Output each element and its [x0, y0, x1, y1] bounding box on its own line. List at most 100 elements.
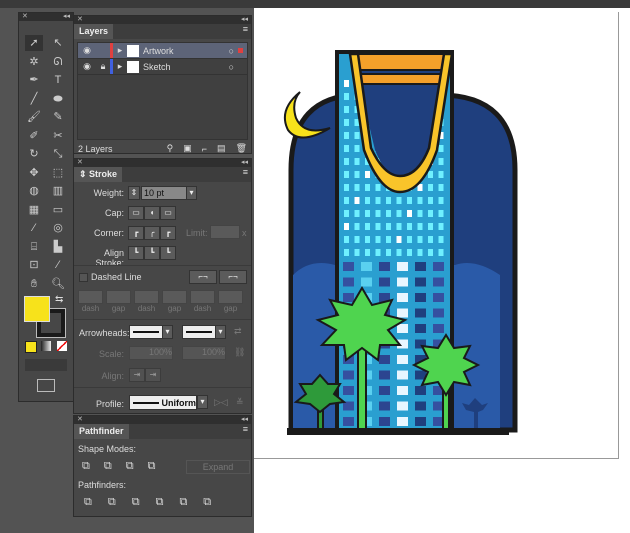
create-sublayer-icon[interactable]: ⌐: [202, 144, 207, 154]
intersect-button[interactable]: ⧉: [126, 460, 134, 473]
start-arrowhead-dropdown[interactable]: ▾: [162, 325, 173, 339]
lasso-tool-icon[interactable]: ᘏ: [49, 54, 67, 70]
dash-gap-field[interactable]: dash: [134, 290, 159, 313]
shaper-tool-icon[interactable]: ✐: [25, 128, 43, 144]
type-tool-icon[interactable]: T: [49, 72, 67, 88]
symbol-sprayer-tool-icon[interactable]: ⌸: [25, 239, 43, 255]
layer-name[interactable]: Sketch: [143, 62, 229, 72]
miter-join-button[interactable]: ┏: [128, 226, 144, 240]
pencil-tool-icon[interactable]: ✎: [49, 109, 67, 125]
end-arrowhead-select[interactable]: [182, 325, 216, 339]
gradient-mode-button[interactable]: [41, 341, 51, 351]
gradient-tool-icon[interactable]: ▭: [49, 202, 67, 218]
delete-icon[interactable]: 🗑︎: [236, 143, 247, 154]
round-cap-button[interactable]: ◖: [144, 206, 160, 220]
draw-modes[interactable]: [25, 359, 67, 371]
make-clipping-mask-icon[interactable]: ▣: [183, 143, 192, 154]
flip-along-icon[interactable]: ▷◁: [214, 397, 228, 408]
tab-layers[interactable]: Layers: [74, 24, 114, 39]
layer-name[interactable]: Artwork: [143, 46, 229, 56]
merge-button[interactable]: ⧉: [132, 496, 140, 509]
close-icon[interactable]: ✕: [77, 16, 83, 24]
projecting-cap-button[interactable]: ▭: [160, 206, 176, 220]
minus-back-button[interactable]: ⧉: [203, 496, 211, 509]
target-icon[interactable]: ○: [229, 46, 234, 56]
locate-object-icon[interactable]: ⚲: [167, 143, 174, 154]
trim-button[interactable]: ⧉: [108, 496, 116, 509]
profile-dropdown[interactable]: ▾: [197, 395, 208, 409]
flip-across-icon[interactable]: ≚: [236, 397, 244, 408]
close-icon[interactable]: ✕: [22, 13, 28, 21]
none-mode-button[interactable]: [57, 341, 67, 351]
panel-menu-icon[interactable]: ≡: [243, 167, 251, 182]
ellipse-tool-icon[interactable]: ⬬: [49, 91, 67, 107]
round-join-button[interactable]: ╭: [144, 226, 160, 240]
target-icon[interactable]: ○: [229, 62, 234, 72]
align-outside-button[interactable]: ┗: [160, 246, 176, 260]
free-transform-tool-icon[interactable]: ⬚: [49, 165, 67, 181]
arrow-tip-extend-button[interactable]: ⇥: [129, 368, 145, 382]
line-tool-icon[interactable]: ╱: [25, 91, 43, 107]
expand-button[interactable]: Expand: [186, 460, 250, 474]
perspective-tool-icon[interactable]: ▥: [49, 183, 67, 199]
dash-gap-field[interactable]: gap: [162, 290, 187, 313]
limit-input[interactable]: [210, 225, 240, 239]
new-layer-icon[interactable]: ▤: [217, 143, 226, 154]
collapse-icon[interactable]: ◂◂: [241, 416, 248, 424]
layer-row[interactable]: ◉ 🔒︎ ▸ Sketch ○: [78, 59, 247, 75]
end-scale-input[interactable]: 100%: [182, 346, 226, 360]
collapse-icon[interactable]: ◂◂: [241, 159, 248, 167]
align-dash-button[interactable]: ⌐¬: [219, 270, 247, 284]
swap-arrowheads-icon[interactable]: ⇄: [234, 326, 242, 337]
weight-input[interactable]: 10 pt: [141, 186, 187, 200]
shape-builder-tool-icon[interactable]: ◍: [25, 183, 43, 199]
start-scale-input[interactable]: 100%: [129, 346, 173, 360]
dash-gap-field[interactable]: gap: [218, 290, 243, 313]
warp-tool-icon[interactable]: ✥: [25, 165, 43, 181]
slice-tool-icon[interactable]: ⁄: [49, 257, 67, 273]
dash-gap-field[interactable]: dash: [78, 290, 103, 313]
preserve-dash-button[interactable]: ⌐¬: [189, 270, 217, 284]
dash-gap-field[interactable]: dash: [190, 290, 215, 313]
collapse-icon[interactable]: ◂◂: [63, 13, 70, 21]
collapse-icon[interactable]: ◂◂: [241, 16, 248, 24]
color-mode-button[interactable]: [25, 341, 37, 353]
butt-cap-button[interactable]: ▭: [128, 206, 144, 220]
toolbox-header[interactable]: ✕ ◂◂: [19, 13, 73, 21]
weight-dropdown[interactable]: ▾: [186, 186, 197, 200]
outline-button[interactable]: ⧉: [179, 496, 187, 509]
selection-tool-icon[interactable]: ➚: [25, 35, 43, 51]
dashed-line-checkbox[interactable]: [79, 273, 88, 282]
expand-triangle-icon[interactable]: ▸: [113, 61, 127, 72]
close-icon[interactable]: ✕: [77, 159, 83, 167]
tab-pathfinder[interactable]: Pathfinder: [74, 424, 129, 439]
bevel-join-button[interactable]: ┏: [160, 226, 176, 240]
expand-triangle-icon[interactable]: ▸: [113, 45, 127, 56]
scissors-tool-icon[interactable]: ✂: [49, 128, 67, 144]
divide-button[interactable]: ⧉: [84, 496, 92, 509]
lock-icon[interactable]: 🔒︎: [96, 61, 110, 72]
exclude-button[interactable]: ⧉: [148, 460, 156, 473]
fill-swatch[interactable]: [24, 296, 50, 322]
unite-button[interactable]: ⧉: [82, 460, 90, 473]
eyedropper-tool-icon[interactable]: ⁄: [25, 220, 43, 236]
arrow-tip-place-button[interactable]: ⇥: [145, 368, 161, 382]
mesh-tool-icon[interactable]: ▦: [25, 202, 43, 218]
align-inside-button[interactable]: ┗: [144, 246, 160, 260]
magic-wand-tool-icon[interactable]: ✲: [25, 54, 43, 70]
layer-row[interactable]: ◉ ▸ Artwork ○: [78, 43, 247, 59]
zoom-tool-icon[interactable]: 🔍︎: [49, 276, 67, 292]
blend-tool-icon[interactable]: ◎: [49, 220, 67, 236]
crop-button[interactable]: ⧉: [156, 496, 164, 509]
screen-mode-icon[interactable]: [37, 379, 55, 392]
swap-colors-icon[interactable]: ⇆: [55, 294, 63, 305]
selection-indicator[interactable]: [238, 48, 243, 53]
pen-tool-icon[interactable]: ✒: [25, 72, 43, 88]
minus-front-button[interactable]: ⧉: [104, 460, 112, 473]
tab-stroke[interactable]: ⇕ Stroke: [74, 167, 123, 182]
weight-stepper[interactable]: ⇕: [128, 186, 140, 200]
direct-selection-tool-icon[interactable]: ↖: [49, 35, 67, 51]
close-icon[interactable]: ✕: [77, 416, 83, 424]
visibility-eye-icon[interactable]: ◉: [78, 61, 96, 72]
start-arrowhead-select[interactable]: [129, 325, 163, 339]
